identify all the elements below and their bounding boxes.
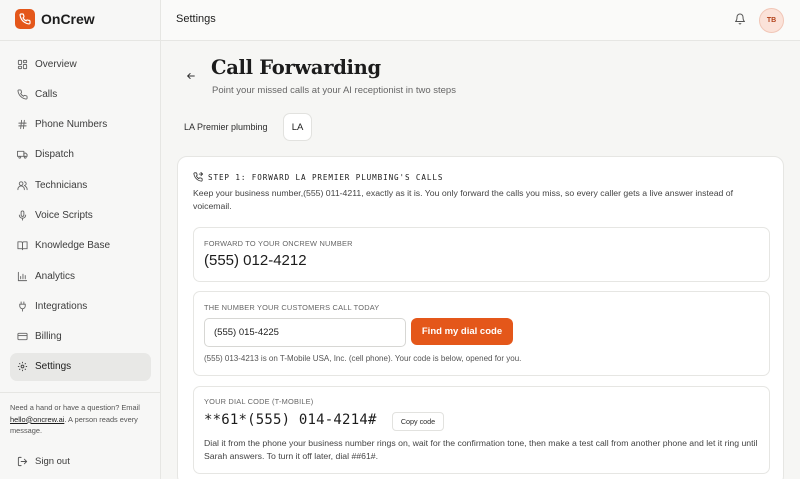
step-header: STEP 1: FORWARD LA PREMIER PLUMBING'S CA…	[193, 172, 443, 182]
business-name: LA Premier plumbing	[184, 122, 268, 132]
copy-code-button[interactable]: Copy code	[392, 412, 444, 431]
truck-icon	[17, 151, 28, 160]
plug-icon	[19, 301, 26, 312]
help-email-link[interactable]: hello@oncrew.ai	[10, 415, 64, 424]
sidebar-item-phone-numbers[interactable]: Phone Numbers	[10, 111, 151, 139]
oncrew-logo-icon	[15, 9, 35, 29]
avatar[interactable]: TB	[759, 8, 784, 33]
card-icon	[17, 333, 28, 341]
sidebar-item-label: Voice Scripts	[35, 209, 93, 221]
carrier-note: (555) 013-4213 is on T-Mobile USA, Inc. …	[204, 354, 522, 363]
business-chip[interactable]: LA	[283, 113, 312, 141]
sidebar-item-label: Knowledge Base	[35, 240, 111, 252]
sidebar-divider	[0, 392, 160, 393]
phone-forward-icon	[193, 172, 203, 182]
sidebar-item-integrations[interactable]: Integrations	[10, 292, 151, 320]
brand[interactable]: OnCrew	[15, 9, 95, 29]
page-subtitle: Point your missed calls at your AI recep…	[212, 85, 456, 96]
brand-name: OnCrew	[41, 11, 95, 27]
dial-code-box: YOUR DIAL CODE (T-MOBILE) **61*(555) 014…	[193, 386, 770, 474]
sidebar-item-label: Integrations	[35, 300, 88, 312]
step-title: STEP 1: FORWARD LA PREMIER PLUMBING'S CA…	[208, 172, 444, 182]
phone-icon	[17, 89, 28, 100]
sidebar-nav: Overview Calls Phone Numbers Dispatch Te…	[10, 50, 151, 383]
sidebar-item-label: Settings	[35, 361, 72, 373]
sidebar-item-label: Billing	[35, 331, 62, 343]
mic-icon	[18, 210, 27, 221]
gear-icon	[17, 362, 28, 372]
page-title: Call Forwarding	[211, 56, 381, 79]
dial-code: **61*(555) 014-4214#	[204, 412, 377, 428]
sidebar-item-overview[interactable]: Overview	[10, 50, 151, 78]
chart-icon	[17, 271, 28, 281]
sidebar: OnCrew Overview Calls Phone Numbers Disp…	[0, 0, 161, 479]
forward-number-label: FORWARD TO YOUR ONCREW NUMBER	[204, 239, 353, 248]
sidebar-item-label: Technicians	[35, 179, 88, 191]
header-title: Settings	[176, 13, 216, 25]
customer-number-input[interactable]	[204, 318, 406, 347]
sidebar-item-label: Overview	[35, 58, 77, 70]
sidebar-item-dispatch[interactable]: Dispatch	[10, 141, 151, 169]
hash-icon	[18, 120, 27, 130]
bell-icon[interactable]	[734, 13, 746, 25]
dial-code-label: YOUR DIAL CODE (T-MOBILE)	[204, 397, 314, 406]
forward-number: (555) 012-4212	[204, 252, 307, 269]
step-description: Keep your business number,(555) 011-4211…	[193, 188, 734, 211]
sidebar-item-calls[interactable]: Calls	[10, 80, 151, 108]
sidebar-item-knowledge-base[interactable]: Knowledge Base	[10, 232, 151, 260]
back-arrow-icon[interactable]	[186, 71, 196, 81]
sign-out-label: Sign out	[35, 456, 70, 467]
dial-instructions: Dial it from the phone your business num…	[204, 438, 758, 461]
sidebar-item-label: Dispatch	[35, 149, 74, 161]
sidebar-item-technicians[interactable]: Technicians	[10, 171, 151, 199]
book-icon	[17, 241, 28, 251]
sidebar-item-analytics[interactable]: Analytics	[10, 262, 151, 290]
sidebar-item-voice-scripts[interactable]: Voice Scripts	[10, 201, 151, 229]
users-icon	[17, 181, 28, 190]
sign-out-button[interactable]: Sign out	[17, 456, 70, 467]
sidebar-divider	[0, 40, 160, 41]
forwarding-card: STEP 1: FORWARD LA PREMIER PLUMBING'S CA…	[177, 156, 784, 479]
customer-number-box: THE NUMBER YOUR CUSTOMERS CALL TODAY Fin…	[193, 291, 770, 376]
sidebar-item-label: Phone Numbers	[35, 119, 108, 131]
sign-out-icon	[17, 456, 28, 467]
help-text: Need a hand or have a question? Email he…	[10, 402, 154, 437]
grid-icon	[17, 59, 28, 69]
customer-number-label: THE NUMBER YOUR CUSTOMERS CALL TODAY	[204, 303, 380, 312]
help-text-prefix: Need a hand or have a question? Email	[10, 403, 140, 412]
find-dial-code-button[interactable]: Find my dial code	[411, 318, 513, 345]
forward-number-box: FORWARD TO YOUR ONCREW NUMBER (555) 012-…	[193, 227, 770, 282]
sidebar-item-billing[interactable]: Billing	[10, 323, 151, 351]
top-header: Settings TB	[161, 0, 800, 41]
sidebar-item-label: Analytics	[35, 270, 76, 282]
sidebar-item-settings[interactable]: Settings	[10, 352, 151, 381]
sidebar-item-label: Calls	[35, 88, 58, 100]
